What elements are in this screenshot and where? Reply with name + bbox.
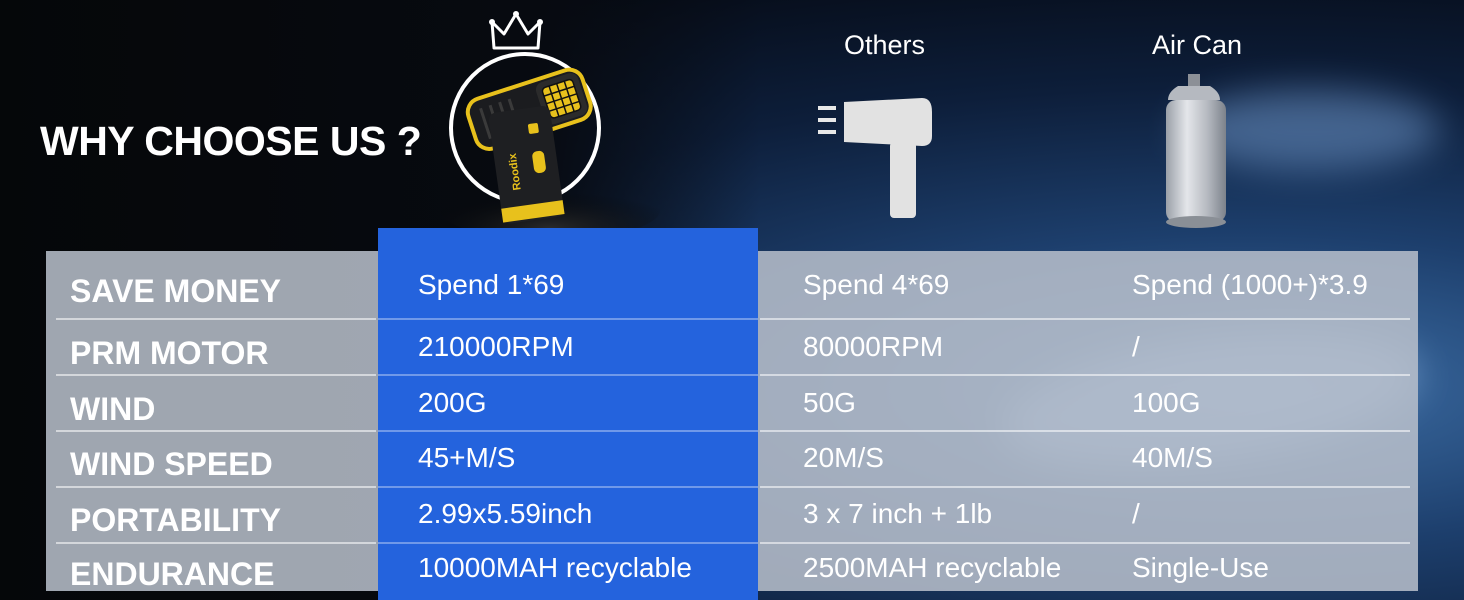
table-row: ENDURANCE 10000MAH recyclable 2500MAH re… (0, 540, 1464, 596)
cell-ours: 200G (418, 387, 487, 418)
table-row: PORTABILITY 2.99x5.59inch 3 x 7 inch + 1… (0, 486, 1464, 542)
product-hero: Roodix (440, 10, 670, 240)
cell-others: 20M/S (803, 442, 884, 473)
cell-others: 2500MAH recyclable (803, 552, 1062, 583)
table-row: WIND SPEED 45+M/S 20M/S 40M/S (0, 430, 1464, 486)
cell-air-can: 40M/S (1132, 442, 1213, 473)
cell-air-can: Spend (1000+)*3.9 (1132, 269, 1368, 300)
cell-others: 50G (803, 387, 856, 418)
page-title: WHY CHOOSE US ? (40, 118, 422, 164)
cell-others: Spend 4*69 (803, 269, 950, 300)
row-label: WIND SPEED (70, 445, 273, 482)
cell-air-can: 100G (1132, 387, 1201, 418)
column-header-air-can: Air Can (1152, 30, 1243, 60)
cell-ours: 210000RPM (418, 331, 574, 362)
air-can-icon (1166, 74, 1226, 228)
row-label: PRM MOTOR (70, 334, 269, 371)
cell-ours: 2.99x5.59inch (418, 498, 593, 529)
cell-others: 3 x 7 inch + 1lb (803, 498, 993, 529)
cell-others: 80000RPM (803, 331, 944, 362)
row-label: WIND (70, 390, 156, 427)
cell-ours: 10000MAH recyclable (418, 552, 692, 583)
row-label: SAVE MONEY (70, 272, 281, 309)
row-label: ENDURANCE (70, 555, 275, 592)
table-row: SAVE MONEY Spend 1*69 Spend 4*69 Spend (… (0, 257, 1464, 313)
cell-ours: 45+M/S (418, 442, 516, 473)
table-row: WIND 200G 50G 100G (0, 375, 1464, 431)
cell-ours: Spend 1*69 (418, 269, 565, 300)
hair-dryer-icon (818, 98, 932, 218)
column-header-others: Others (844, 30, 926, 60)
cell-air-can: / (1132, 498, 1140, 529)
cell-air-can: Single-Use (1132, 552, 1269, 583)
blower-device-icon: Roodix (440, 11, 660, 240)
table-row: PRM MOTOR 210000RPM 80000RPM / (0, 319, 1464, 375)
cell-air-can: / (1132, 331, 1140, 362)
crown-icon (489, 11, 543, 50)
